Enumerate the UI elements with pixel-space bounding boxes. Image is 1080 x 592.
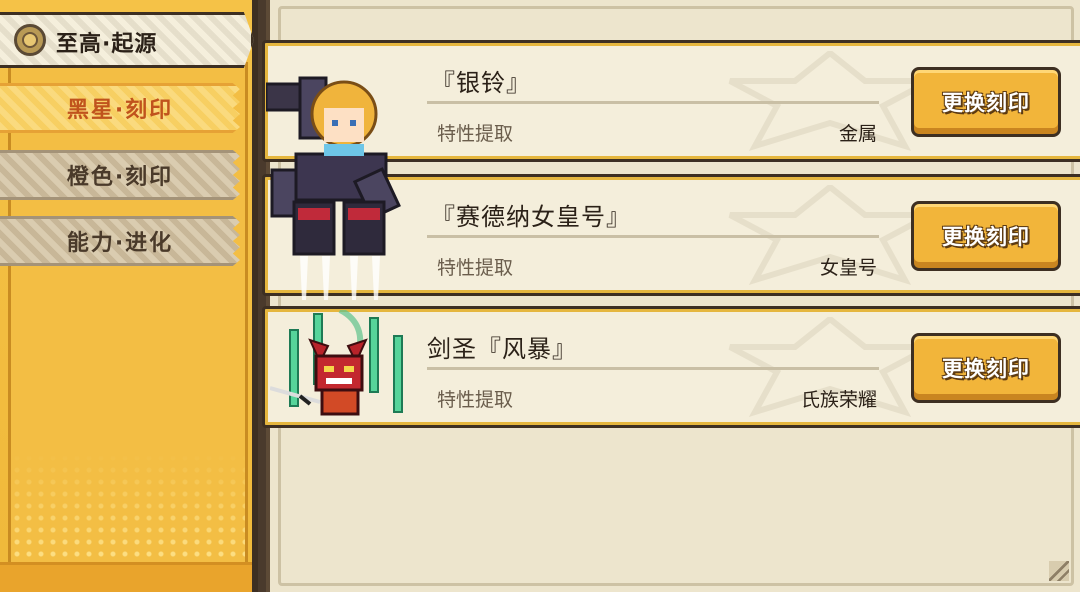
- divider: [427, 367, 879, 370]
- engraving-medal-icon: [14, 24, 46, 56]
- card-label: 特性提取: [437, 123, 514, 145]
- card-trait: 金属: [838, 123, 877, 145]
- card-trait: 女皇号: [819, 257, 877, 279]
- mech-pilot-character: [266, 76, 401, 300]
- card-title: 剑圣『风暴』: [427, 335, 577, 363]
- sidebar-footer: [0, 562, 252, 592]
- category-title: 至高·起源: [56, 32, 158, 57]
- menu-item-ability-evolution[interactable]: 能力·进化: [0, 216, 240, 266]
- swap-engraving-button[interactable]: 更换刻印: [911, 333, 1061, 403]
- divider: [427, 235, 879, 238]
- swap-engraving-button[interactable]: 更换刻印: [911, 67, 1061, 137]
- swordmaster-character: [270, 310, 403, 416]
- card-title: 『银铃』: [431, 69, 531, 97]
- card-label: 特性提取: [437, 257, 514, 279]
- swap-engraving-button[interactable]: 更换刻印: [911, 201, 1061, 271]
- divider: [427, 101, 879, 104]
- resize-corner-icon: [1049, 561, 1069, 581]
- card-title: 『赛德纳女皇号』: [431, 203, 631, 231]
- menu-item-orange-engraving[interactable]: 橙色·刻印: [0, 150, 240, 200]
- menu-item-black-star-engraving[interactable]: 黑星·刻印: [0, 83, 240, 133]
- card-label: 特性提取: [437, 389, 514, 411]
- card-trait: 氏族荣耀: [800, 389, 877, 411]
